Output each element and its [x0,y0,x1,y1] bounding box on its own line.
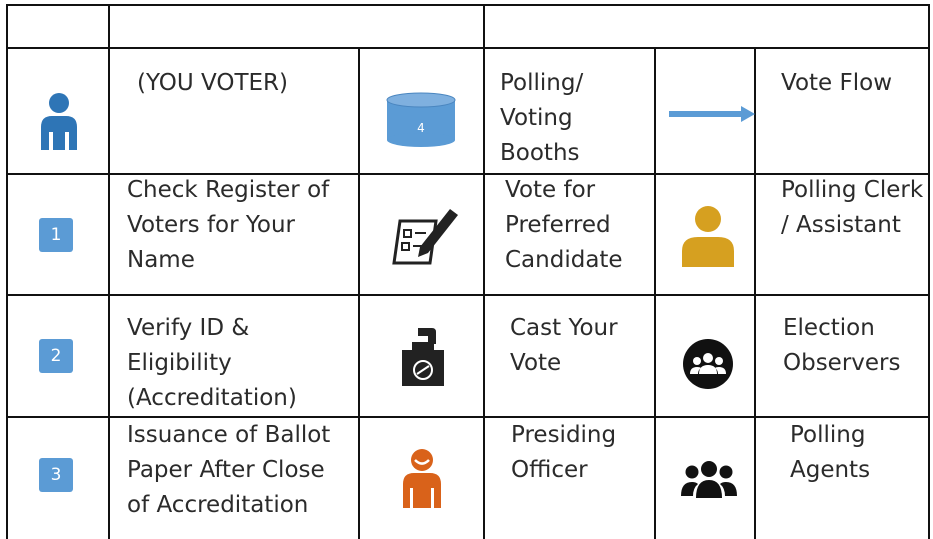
grid-line [108,4,110,539]
ballot-box-icon [402,328,444,386]
voter-icon [41,93,77,150]
step-2-badge: 2 [39,339,73,373]
legend-label-voter: (YOU VOTER) [137,70,288,96]
legend-label-vote-flow: Vote Flow [781,70,893,96]
polling-booth-icon: 4 [386,92,456,147]
legend-label-polling-agents: Polling Agents [790,422,871,483]
legend-label-check-register: Check Register of Voters for Your Name [127,177,330,273]
legend-label-presiding-officer: Presiding Officer [511,422,617,483]
grid-line [6,294,930,296]
legend-label-polling-booths: Polling/ Voting Booths [500,70,584,166]
legend-label-verify-id: Verify ID & Eligibility (Accreditation) [127,315,297,411]
grid-line [483,4,485,539]
legend-label-polling-clerk: Polling Clerk / Assistant [781,177,924,238]
legend-label-vote-candidate: Vote for Preferred Candidate [505,177,623,273]
grid-line [6,4,8,539]
grid-line [6,47,930,49]
polling-booth-number: 4 [417,121,425,135]
grid-line [928,4,930,539]
presiding-officer-icon [403,449,441,508]
step-1-badge: 1 [39,218,73,252]
polling-clerk-icon [682,206,734,267]
legend-label-cast-vote: Cast Your Vote [510,315,618,376]
voting-process-legend: (YOU VOTER) 4 Polling/ Voting Booths Vot… [0,0,933,539]
grid-line [6,4,930,6]
step-3-badge: 3 [39,458,73,492]
grid-line [654,47,656,539]
observers-icon [683,339,733,389]
grid-line [358,47,360,539]
vote-flow-arrow-icon [669,106,755,122]
ballot-marking-icon [392,209,458,265]
polling-agents-icon [681,461,737,498]
legend-label-election-observers: Election Observers [783,315,901,376]
legend-label-issuance-ballot: Issuance of Ballot Paper After Close of … [127,422,331,518]
